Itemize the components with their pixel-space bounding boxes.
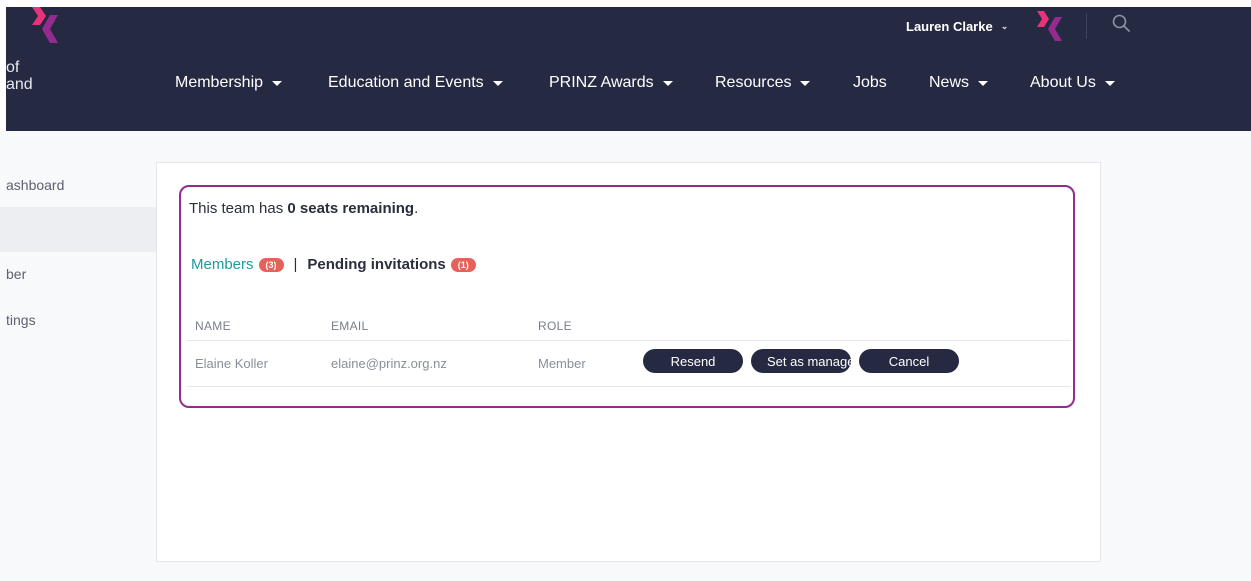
pending-count-badge: (1)	[450, 257, 476, 272]
tab-pending-label: Pending invitations	[307, 255, 446, 273]
caret-down-icon	[800, 80, 811, 86]
set-as-manager-button[interactable]: Set as manager	[751, 349, 851, 373]
column-header-email: EMAIL	[331, 319, 369, 333]
column-header-name: NAME	[195, 319, 231, 333]
cancel-invitation-button[interactable]: Cancel	[859, 349, 959, 373]
row-divider	[187, 340, 1071, 341]
brand-mark-icon[interactable]	[1035, 8, 1063, 42]
row-email: elaine@prinz.org.nz	[331, 356, 447, 371]
nav-item-jobs[interactable]: Jobs	[853, 70, 887, 96]
column-header-role: ROLE	[538, 319, 572, 333]
tab-members[interactable]: Members (3)	[191, 256, 284, 273]
nav-item-membership[interactable]: Membership	[175, 70, 283, 96]
nav-item-news[interactable]: News	[929, 70, 989, 96]
user-name: Lauren Clarke	[906, 18, 993, 34]
members-count-badge: (3)	[258, 257, 284, 272]
nav-item-label: Education and Events	[328, 74, 484, 91]
sidebar-item-label: ber	[6, 265, 27, 282]
nav-item-about-us[interactable]: About Us	[1030, 70, 1115, 96]
seats-suffix: .	[414, 200, 419, 217]
nav-item-label: PRINZ Awards	[549, 74, 654, 91]
tab-members-label: Members	[191, 255, 254, 273]
caret-down-icon	[662, 80, 673, 86]
seats-remaining-text: This team has 0 seats remaining.	[189, 200, 418, 217]
site-header: of and Lauren Clarke ⌄ Membership Educat…	[6, 7, 1251, 131]
chevron-down-icon: ⌄	[1000, 20, 1009, 31]
brand-logo-icon[interactable]	[32, 7, 58, 47]
row-name: Elaine Koller	[195, 356, 268, 371]
team-panel: This team has 0 seats remaining. Members…	[179, 185, 1075, 408]
search-icon[interactable]	[1112, 14, 1130, 32]
sidebar-item-dashboard[interactable]: ashboard	[0, 162, 156, 207]
sidebar-item-label: ashboard	[6, 176, 65, 193]
nav-item-education-and-events[interactable]: Education and Events	[328, 70, 503, 96]
caret-down-icon	[978, 80, 989, 86]
sidebar-item-team[interactable]	[0, 207, 156, 252]
tab-separator: |	[293, 255, 298, 273]
sidebar-item-member[interactable]: ber	[0, 251, 156, 296]
resend-button[interactable]: Resend	[643, 349, 743, 373]
sidebar-item-label: tings	[6, 311, 36, 328]
main-nav: Membership Education and Events PRINZ Aw…	[6, 70, 1251, 96]
user-menu[interactable]: Lauren Clarke ⌄	[906, 15, 1008, 37]
nav-item-prinz-awards[interactable]: PRINZ Awards	[549, 70, 673, 96]
nav-item-label: Resources	[715, 74, 792, 91]
caret-down-icon	[272, 80, 283, 86]
nav-item-label: Jobs	[853, 74, 887, 91]
nav-item-label: About Us	[1030, 74, 1096, 91]
row-role: Member	[538, 356, 586, 371]
header-divider	[1086, 13, 1087, 39]
caret-down-icon	[1104, 80, 1115, 86]
seats-count: 0 seats remaining	[287, 200, 415, 217]
nav-item-label: Membership	[175, 74, 264, 91]
nav-item-resources[interactable]: Resources	[715, 70, 811, 96]
seats-prefix: This team has	[189, 200, 288, 217]
account-sidebar: ashboard ber tings	[0, 131, 156, 561]
row-divider	[187, 386, 1071, 387]
team-tabs: Members (3) | Pending invitations (1)	[191, 253, 476, 275]
tab-pending-invitations[interactable]: Pending invitations (1)	[307, 255, 476, 273]
sidebar-item-settings[interactable]: tings	[0, 297, 156, 342]
nav-item-label: News	[929, 74, 970, 91]
caret-down-icon	[492, 80, 503, 86]
